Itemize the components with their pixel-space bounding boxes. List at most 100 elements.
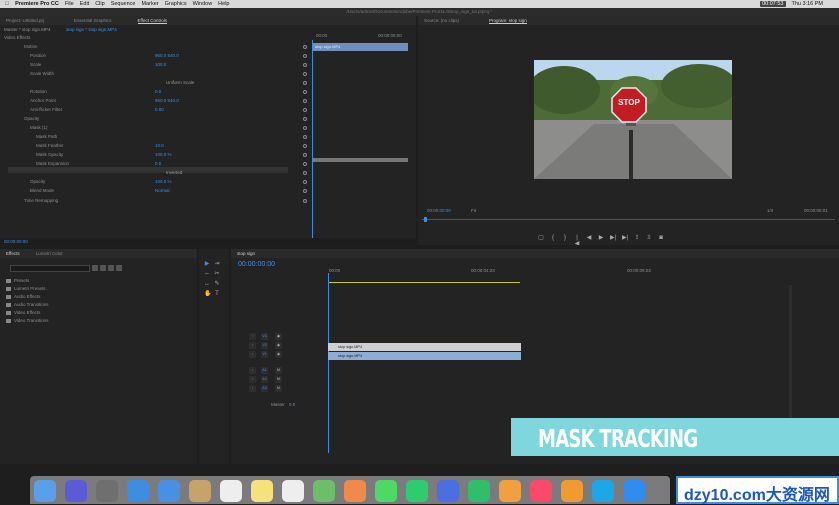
- lock-icon[interactable]: ▫: [249, 342, 256, 349]
- folder-icon[interactable]: [6, 295, 11, 299]
- track-select-icon[interactable]: ⇥: [214, 261, 220, 267]
- books-icon[interactable]: [561, 480, 583, 502]
- ec-row-value[interactable]: 100.0 %: [155, 178, 172, 185]
- ec-row-value[interactable]: Normal: [155, 187, 170, 194]
- track-target[interactable]: A3: [261, 385, 268, 392]
- mark-in-icon[interactable]: {: [550, 235, 556, 241]
- pen-icon[interactable]: ✎: [214, 281, 220, 287]
- eye-icon[interactable]: ◉: [275, 351, 282, 358]
- reset-icon[interactable]: [303, 161, 307, 166]
- mail-icon[interactable]: [158, 480, 180, 502]
- reset-icon[interactable]: [303, 152, 307, 157]
- eye-icon[interactable]: ◉: [275, 342, 282, 349]
- yuv-icon[interactable]: [116, 265, 122, 271]
- go-to-in-icon[interactable]: |◀: [574, 235, 580, 245]
- effects-folder[interactable]: Lumetri Presets: [14, 285, 46, 292]
- appstore-icon[interactable]: [623, 480, 645, 502]
- tab-essential-graphics[interactable]: Essential Graphics: [74, 18, 112, 23]
- effects-folder[interactable]: Video Effects: [14, 309, 40, 316]
- reset-icon[interactable]: [303, 80, 307, 85]
- quality-select[interactable]: 1/4: [767, 207, 773, 214]
- lock-icon[interactable]: ▫: [249, 351, 256, 358]
- reset-icon[interactable]: [303, 44, 307, 49]
- work-area-bar[interactable]: [328, 282, 520, 283]
- reset-icon[interactable]: [303, 198, 307, 203]
- folder-icon[interactable]: [6, 303, 11, 307]
- reset-icon[interactable]: [303, 53, 307, 58]
- menu-edit[interactable]: Edit: [80, 1, 89, 7]
- calendar-icon[interactable]: [220, 480, 242, 502]
- effects-folder[interactable]: Audio Transitions: [14, 301, 49, 308]
- step-back-icon[interactable]: ◀: [586, 235, 592, 241]
- extract-icon[interactable]: ⇫: [646, 235, 652, 241]
- menu-marker[interactable]: Marker: [141, 1, 158, 7]
- pages-icon[interactable]: [499, 480, 521, 502]
- ec-row-value[interactable]: Uniform Scale: [166, 79, 194, 86]
- track-target[interactable]: V1: [261, 351, 268, 358]
- lock-icon[interactable]: ▫: [249, 385, 256, 392]
- step-forward-icon[interactable]: ▶|: [610, 235, 616, 241]
- ec-row-value[interactable]: Inverted: [166, 169, 182, 176]
- ec-bottom-time[interactable]: 00:00:00:00: [4, 238, 28, 245]
- master-volume[interactable]: 0.0: [289, 401, 295, 408]
- program-playhead[interactable]: [424, 217, 427, 222]
- clip-v1[interactable]: stop sign.MP4: [328, 352, 521, 360]
- reminders-icon[interactable]: [282, 480, 304, 502]
- program-scrubber[interactable]: [422, 219, 835, 220]
- effects-folder[interactable]: Video Transitions: [14, 317, 48, 324]
- reset-icon[interactable]: [303, 170, 307, 175]
- reset-icon[interactable]: [303, 143, 307, 148]
- lock-icon[interactable]: ▫: [249, 376, 256, 383]
- selection-tool-icon[interactable]: ▶: [204, 261, 210, 267]
- reset-icon[interactable]: [303, 62, 307, 67]
- ec-row-value[interactable]: 960.0 540.0: [155, 97, 179, 104]
- lock-icon[interactable]: ▫: [249, 333, 256, 340]
- mute-icon[interactable]: M: [275, 376, 282, 383]
- messages-icon[interactable]: [375, 480, 397, 502]
- track-target[interactable]: A2: [261, 376, 268, 383]
- ec-row-value[interactable]: 960.0 540.0: [155, 52, 179, 59]
- menu-sequence[interactable]: Sequence: [111, 1, 136, 7]
- folder-icon[interactable]: [6, 319, 11, 323]
- photos-icon[interactable]: [344, 480, 366, 502]
- mute-icon[interactable]: M: [275, 385, 282, 392]
- clip-path[interactable]: stop sign * stop sign.MP4: [66, 26, 117, 33]
- accelerated-icon[interactable]: [100, 265, 106, 271]
- reset-icon[interactable]: [303, 179, 307, 184]
- menu-window[interactable]: Window: [193, 1, 213, 7]
- contacts-icon[interactable]: [189, 480, 211, 502]
- lock-icon[interactable]: ▫: [249, 367, 256, 374]
- reset-icon[interactable]: [303, 89, 307, 94]
- reset-icon[interactable]: [303, 125, 307, 130]
- 32bit-icon[interactable]: [108, 265, 114, 271]
- ec-row-value[interactable]: 0.0: [155, 160, 161, 167]
- tab-effects[interactable]: Effects: [6, 251, 20, 256]
- siri-icon[interactable]: [65, 480, 87, 502]
- music-icon[interactable]: [530, 480, 552, 502]
- tab-project[interactable]: Project: Untitled.prj: [6, 18, 44, 23]
- ec-row-value[interactable]: 100.0: [155, 61, 166, 68]
- facetime-icon[interactable]: [406, 480, 428, 502]
- timeline-timecode[interactable]: 00:00:00:00: [238, 261, 275, 268]
- skype-icon[interactable]: [592, 480, 614, 502]
- track-target[interactable]: V3: [261, 333, 268, 340]
- tab-effect-controls[interactable]: Effect Controls: [137, 18, 167, 24]
- folder-icon[interactable]: [6, 311, 11, 315]
- mute-icon[interactable]: M: [275, 367, 282, 374]
- ec-row-value[interactable]: 0.0: [155, 88, 161, 95]
- menu-help[interactable]: Help: [218, 1, 229, 7]
- effects-folder[interactable]: Presets: [14, 277, 29, 284]
- ec-playhead[interactable]: [312, 40, 313, 245]
- menu-clip[interactable]: Clip: [95, 1, 104, 7]
- razor-icon[interactable]: ✂: [214, 271, 220, 277]
- play-icon[interactable]: ▶: [598, 235, 604, 241]
- tab-sequence-stop-sign[interactable]: stop sign: [237, 251, 255, 256]
- folder-icon[interactable]: [6, 287, 11, 291]
- slip-icon[interactable]: ↔: [204, 281, 210, 287]
- numbers-icon[interactable]: [468, 480, 490, 502]
- safari-icon[interactable]: [127, 480, 149, 502]
- mark-out-icon[interactable]: }: [562, 235, 568, 241]
- reset-icon[interactable]: [303, 71, 307, 76]
- ec-row-value[interactable]: 100.0 %: [155, 151, 172, 158]
- ripple-edit-icon[interactable]: ⇔: [204, 271, 210, 277]
